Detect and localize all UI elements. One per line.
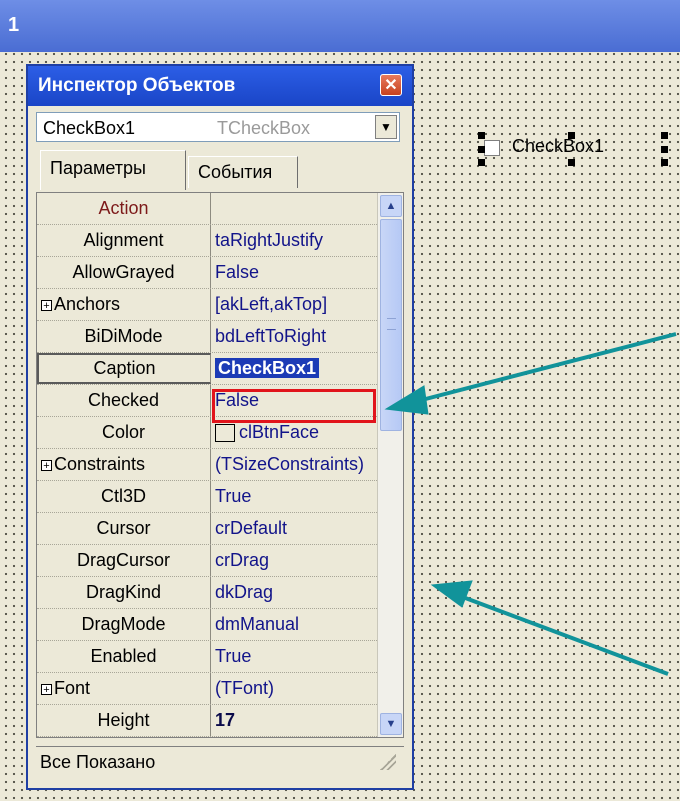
property-scrollbar[interactable]: ▲ ▼ (377, 193, 403, 737)
property-value[interactable]: True (215, 641, 373, 672)
chevron-down-icon[interactable]: ▼ (375, 115, 397, 139)
property-value[interactable]: (TFont) (215, 673, 373, 704)
color-swatch-icon (215, 424, 235, 443)
property-name: DragCursor (37, 545, 211, 576)
property-row[interactable]: Height 17 (37, 705, 377, 737)
design-checkbox-component[interactable]: CheckBox1 (478, 132, 668, 166)
property-grid: Action Alignment taRightJustify AllowGra… (36, 192, 404, 738)
arrow-head-icon (430, 580, 473, 608)
selection-handle[interactable] (478, 159, 485, 166)
scroll-thumb[interactable] (380, 219, 402, 431)
property-row[interactable]: + Constraints (TSizeConstraints) (37, 449, 377, 481)
selection-handle[interactable] (661, 146, 668, 153)
object-type: TCheckBox (217, 118, 311, 138)
property-row[interactable]: Enabled True (37, 641, 377, 673)
property-name: Cursor (37, 513, 211, 544)
expand-icon[interactable]: + (41, 683, 52, 695)
property-name: Height (37, 705, 211, 736)
property-name: DragMode (37, 609, 211, 640)
property-value[interactable]: bdLeftToRight (215, 321, 373, 352)
inspector-title-bar[interactable]: Инспектор Объектов ✕ (28, 66, 412, 106)
property-value[interactable]: (TSizeConstraints) (215, 449, 373, 480)
property-row[interactable]: DragKind dkDrag (37, 577, 377, 609)
property-name: Checked (37, 385, 211, 416)
selection-handle[interactable] (661, 159, 668, 166)
property-row[interactable]: BiDiMode bdLeftToRight (37, 321, 377, 353)
property-name: Caption (37, 353, 211, 384)
property-name: Alignment (37, 225, 211, 256)
property-row[interactable]: Color clBtnFace (37, 417, 377, 449)
scroll-up-icon[interactable]: ▲ (380, 195, 402, 217)
property-name-text: Anchors (54, 294, 121, 314)
property-value-editor[interactable]: CheckBox1 (215, 353, 373, 384)
inspector-title: Инспектор Объектов (38, 75, 236, 96)
property-name: + Anchors (37, 289, 211, 320)
property-value-text: CheckBox1 (215, 358, 320, 378)
property-value[interactable]: dkDrag (215, 577, 373, 608)
property-name: Enabled (37, 641, 211, 672)
property-value[interactable]: dmManual (215, 609, 373, 640)
grip-icon (387, 318, 396, 330)
property-name: DragKind (37, 577, 211, 608)
property-name: Color (37, 417, 211, 448)
property-row[interactable]: + Font (TFont) (37, 673, 377, 705)
object-selector[interactable]: CheckBox1 TCheckBox ▼ (36, 112, 400, 142)
selection-handle[interactable] (661, 132, 668, 139)
property-row[interactable]: AllowGrayed False (37, 257, 377, 289)
property-row[interactable]: Alignment taRightJustify (37, 225, 377, 257)
selection-handle[interactable] (478, 132, 485, 139)
property-value-text: clBtnFace (239, 422, 320, 442)
object-inspector: Инспектор Объектов ✕ CheckBox1 TCheckBox… (26, 64, 414, 790)
property-name: AllowGrayed (37, 257, 211, 288)
property-row[interactable]: DragMode dmManual (37, 609, 377, 641)
property-value[interactable]: [akLeft,akTop] (215, 289, 373, 320)
tab-events[interactable]: События (188, 156, 298, 188)
scroll-down-icon[interactable]: ▼ (380, 713, 402, 735)
property-value[interactable]: crDrag (215, 545, 373, 576)
property-value[interactable] (215, 193, 373, 224)
property-name-text: Font (54, 678, 91, 698)
property-value[interactable]: False (215, 385, 373, 416)
object-name: CheckBox1 (43, 118, 136, 138)
property-name: + Font (37, 673, 211, 704)
property-value[interactable]: clBtnFace (215, 417, 373, 448)
arrow-to-checked (413, 332, 677, 404)
property-row-selected[interactable]: Caption CheckBox1 (37, 353, 377, 385)
expand-icon[interactable]: + (41, 299, 52, 311)
checkbox-icon (484, 140, 500, 156)
arrow-to-list (459, 594, 669, 676)
property-row[interactable]: Checked False (37, 385, 377, 417)
property-name: Action (37, 193, 211, 224)
status-text: Все Показано (40, 752, 156, 772)
selection-handle[interactable] (568, 132, 575, 139)
status-bar: Все Показано (36, 746, 404, 776)
property-row[interactable]: DragCursor crDrag (37, 545, 377, 577)
property-row[interactable]: + Anchors [akLeft,akTop] (37, 289, 377, 321)
tab-properties[interactable]: Параметры (40, 150, 186, 190)
property-row[interactable]: Action (37, 193, 377, 225)
property-name-text: Constraints (54, 454, 146, 474)
property-name: + Constraints (37, 449, 211, 480)
property-value[interactable]: False (215, 257, 373, 288)
window-title-bar: 1 (0, 0, 680, 52)
property-name: Ctl3D (37, 481, 211, 512)
property-row[interactable]: Ctl3D True (37, 481, 377, 513)
property-value[interactable]: 17 (215, 705, 373, 736)
resize-grip-icon[interactable] (380, 754, 396, 770)
close-icon[interactable]: ✕ (380, 74, 402, 96)
property-value[interactable]: taRightJustify (215, 225, 373, 256)
design-checkbox-label: CheckBox1 (512, 136, 605, 156)
property-row[interactable]: Cursor crDefault (37, 513, 377, 545)
expand-icon[interactable]: + (41, 459, 52, 471)
property-value[interactable]: True (215, 481, 373, 512)
property-name: BiDiMode (37, 321, 211, 352)
selection-handle[interactable] (478, 146, 485, 153)
window-title: 1 (8, 14, 20, 36)
selection-handle[interactable] (568, 159, 575, 166)
property-value[interactable]: crDefault (215, 513, 373, 544)
